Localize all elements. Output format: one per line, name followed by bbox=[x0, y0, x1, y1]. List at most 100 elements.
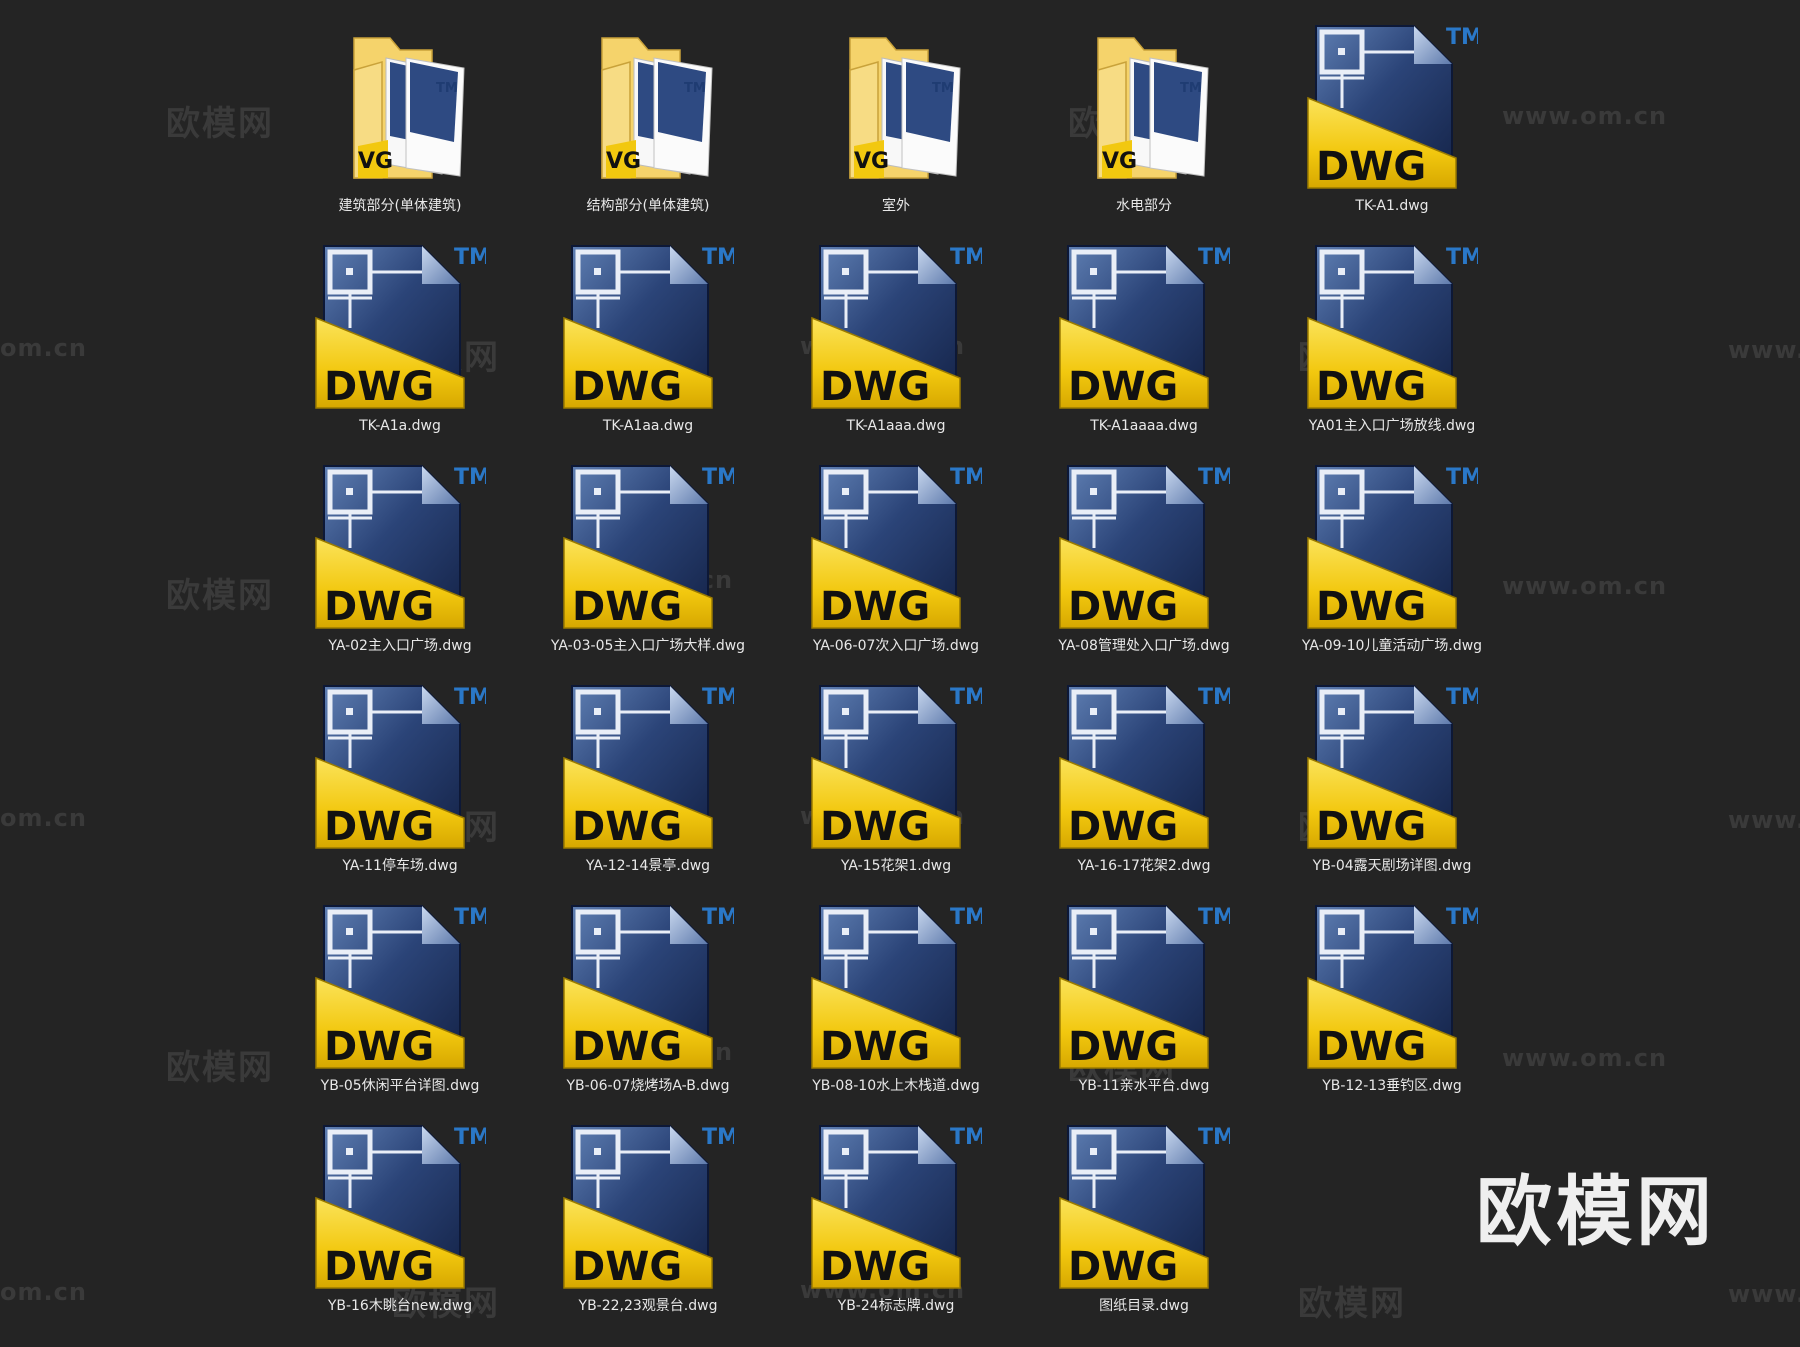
tm-mark: TM bbox=[1198, 685, 1230, 710]
dwg-file-item[interactable]: DWG TM YA-08管理处入口广场.dwg bbox=[1034, 458, 1254, 676]
dwg-file-icon: DWG TM bbox=[1059, 685, 1230, 850]
watermark-text: www. bbox=[1728, 1280, 1800, 1308]
dwg-badge-text: DWG bbox=[820, 364, 930, 410]
dwg-file-item[interactable]: DWG TM YA-06-07次入口广场.dwg bbox=[786, 458, 1006, 676]
dwg-file-item[interactable]: DWG TM YA-03-05主入口广场大样.dwg bbox=[538, 458, 758, 676]
dwg-file-item[interactable]: DWG TM YA-12-14景亭.dwg bbox=[538, 678, 758, 896]
dwg-file-icon: DWG TM bbox=[563, 245, 734, 410]
dwg-badge-text: DWG bbox=[1068, 584, 1178, 630]
dwg-file-icon: DWG TM bbox=[1307, 245, 1478, 410]
dwg-file-item[interactable]: DWG TM TK-A1.dwg bbox=[1282, 18, 1502, 236]
tm-mark: TM bbox=[1446, 245, 1478, 270]
tm-mark: TM bbox=[454, 1125, 486, 1150]
folder-item[interactable]: TM VG 结构部分(单体建筑) bbox=[538, 18, 758, 236]
dwg-file-item[interactable]: DWG TM YB-22,23观景台.dwg bbox=[538, 1118, 758, 1336]
dwg-file-item[interactable]: DWG TM YA-16-17花架2.dwg bbox=[1034, 678, 1254, 896]
folder-item[interactable]: TM VG 水电部分 bbox=[1034, 18, 1254, 236]
tm-mark: TM bbox=[1198, 245, 1230, 270]
tm-mark: TM bbox=[454, 685, 486, 710]
dwg-file-item[interactable]: DWG TM YA01主入口广场放线.dwg bbox=[1282, 238, 1502, 456]
dwg-badge-text: DWG bbox=[324, 1244, 434, 1290]
dwg-file-item[interactable]: DWG TM YB-04露天剧场详图.dwg bbox=[1282, 678, 1502, 896]
dwg-badge-text: DWG bbox=[1316, 584, 1426, 630]
svg-text:TM: TM bbox=[932, 81, 954, 96]
file-name-label: TK-A1aa.dwg bbox=[602, 418, 694, 434]
dwg-file-icon: DWG TM bbox=[563, 1125, 734, 1290]
dwg-file-item[interactable]: DWG TM YA-09-10儿童活动广场.dwg bbox=[1282, 458, 1502, 676]
folder-item[interactable]: TM VG 建筑部分(单体建筑) bbox=[290, 18, 510, 236]
dwg-file-icon: DWG TM bbox=[1307, 685, 1478, 850]
dwg-badge-text: DWG bbox=[572, 584, 682, 630]
dwg-file-item[interactable]: DWG TM 图纸目录.dwg bbox=[1034, 1118, 1254, 1336]
watermark-text: www. bbox=[1728, 806, 1800, 834]
tm-mark: TM bbox=[454, 465, 486, 490]
dwg-badge-text: DWG bbox=[324, 364, 434, 410]
dwg-file-item[interactable]: DWG TM YB-12-13垂钓区.dwg bbox=[1282, 898, 1502, 1116]
dwg-file-item[interactable]: DWG TM YA-02主入口广场.dwg bbox=[290, 458, 510, 676]
dwg-file-item[interactable]: DWG TM YB-08-10水上木栈道.dwg bbox=[786, 898, 1006, 1116]
folder-item[interactable]: TM VG 室外 bbox=[786, 18, 1006, 236]
file-name-label: YB-24标志牌.dwg bbox=[837, 1298, 955, 1314]
svg-text:TM: TM bbox=[684, 81, 706, 96]
dwg-badge-text: DWG bbox=[1068, 1024, 1178, 1070]
tm-mark: TM bbox=[950, 465, 982, 490]
dwg-badge-text: DWG bbox=[1068, 364, 1178, 410]
file-name-label: TK-A1a.dwg bbox=[359, 418, 441, 434]
dwg-badge-text: DWG bbox=[572, 364, 682, 410]
dwg-file-icon: DWG TM bbox=[315, 465, 486, 630]
dwg-file-item[interactable]: DWG TM YA-15花架1.dwg bbox=[786, 678, 1006, 896]
watermark-text: www.om.cn bbox=[1502, 1044, 1668, 1072]
dwg-file-icon: DWG TM bbox=[315, 1125, 486, 1290]
dwg-file-item[interactable]: DWG TM YB-06-07烧烤场A-B.dwg bbox=[538, 898, 758, 1116]
dwg-file-item[interactable]: DWG TM YB-16木眺台new.dwg bbox=[290, 1118, 510, 1336]
dwg-file-icon: DWG TM bbox=[563, 905, 734, 1070]
dwg-badge-text: DWG bbox=[572, 1244, 682, 1290]
dwg-file-item[interactable]: DWG TM TK-A1aa.dwg bbox=[538, 238, 758, 456]
watermark-text: om.cn bbox=[0, 804, 87, 832]
dwg-file-item[interactable]: DWG TM YB-05休闲平台详图.dwg bbox=[290, 898, 510, 1116]
svg-text:VG: VG bbox=[358, 149, 393, 174]
file-name-label: YA-06-07次入口广场.dwg bbox=[812, 638, 980, 654]
file-name-label: TK-A1.dwg bbox=[1355, 198, 1429, 214]
watermark-text: www.om.cn bbox=[1502, 102, 1668, 130]
folder-icon: TM VG bbox=[1097, 37, 1209, 179]
dwg-badge-text: DWG bbox=[1316, 1024, 1426, 1070]
dwg-file-icon: DWG TM bbox=[811, 685, 982, 850]
file-name-label: YA-03-05主入口广场大样.dwg bbox=[550, 638, 746, 654]
dwg-file-icon: DWG TM bbox=[563, 465, 734, 630]
tm-mark: TM bbox=[702, 1125, 734, 1150]
file-name-label: YA-08管理处入口广场.dwg bbox=[1058, 638, 1230, 654]
tm-mark: TM bbox=[950, 1125, 982, 1150]
file-name-label: YA-11停车场.dwg bbox=[342, 858, 458, 874]
dwg-file-icon: DWG TM bbox=[811, 465, 982, 630]
file-name-label: YA-09-10儿童活动广场.dwg bbox=[1301, 638, 1483, 654]
dwg-file-item[interactable]: DWG TM TK-A1a.dwg bbox=[290, 238, 510, 456]
dwg-file-item[interactable]: DWG TM YB-24标志牌.dwg bbox=[786, 1118, 1006, 1336]
dwg-file-item[interactable]: DWG TM YB-11亲水平台.dwg bbox=[1034, 898, 1254, 1116]
watermark-text: om.cn bbox=[0, 1278, 87, 1306]
dwg-file-icon: DWG TM bbox=[811, 1125, 982, 1290]
file-name-label: YB-08-10水上木栈道.dwg bbox=[812, 1078, 980, 1094]
tm-mark: TM bbox=[1446, 25, 1478, 50]
tm-mark: TM bbox=[1446, 465, 1478, 490]
dwg-file-icon: DWG TM bbox=[1059, 245, 1230, 410]
dwg-badge-text: DWG bbox=[1316, 364, 1426, 410]
file-name-label: TK-A1aaaa.dwg bbox=[1090, 418, 1198, 434]
tm-mark: TM bbox=[950, 905, 982, 930]
file-name-label: 室外 bbox=[882, 198, 910, 214]
watermark-text: 欧模网 bbox=[1298, 1284, 1406, 1324]
file-name-label: YA-02主入口广场.dwg bbox=[328, 638, 472, 654]
dwg-file-icon: DWG TM bbox=[1059, 465, 1230, 630]
dwg-badge-text: DWG bbox=[572, 1024, 682, 1070]
file-browser-canvas: 欧模网欧模网www.om.cnom.cn欧模网www.om.cn欧模网www.欧… bbox=[0, 0, 1800, 1347]
dwg-file-item[interactable]: DWG TM TK-A1aaa.dwg bbox=[786, 238, 1006, 456]
dwg-file-item[interactable]: DWG TM YA-11停车场.dwg bbox=[290, 678, 510, 896]
folder-icon: TM VG bbox=[601, 37, 713, 179]
file-name-label: YA-16-17花架2.dwg bbox=[1077, 858, 1211, 874]
file-name-label: YB-06-07烧烤场A-B.dwg bbox=[566, 1078, 730, 1094]
tm-mark: TM bbox=[702, 245, 734, 270]
watermark-text: 欧模网 bbox=[166, 104, 274, 144]
dwg-file-item[interactable]: DWG TM TK-A1aaaa.dwg bbox=[1034, 238, 1254, 456]
dwg-badge-text: DWG bbox=[1068, 804, 1178, 850]
file-name-label: 水电部分 bbox=[1116, 198, 1172, 214]
